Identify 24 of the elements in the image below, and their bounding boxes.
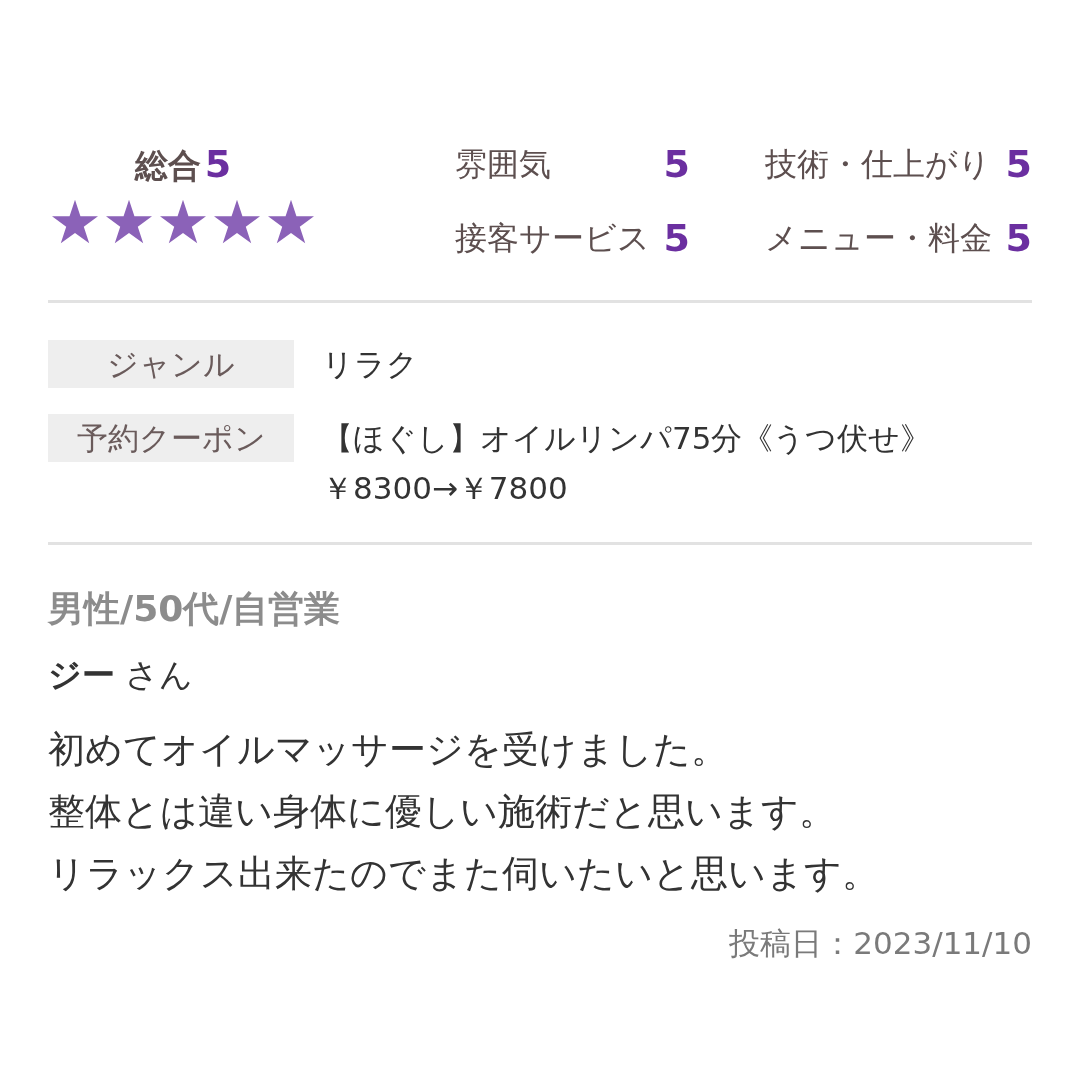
reviewer-profile: 男性/50代/自営業 bbox=[48, 587, 341, 631]
reviewer-name: ジー さん bbox=[48, 654, 194, 696]
detail-value: 【ほぐし】オイルリンパ75分《うつ伏せ》 bbox=[322, 419, 932, 458]
rating-label: 接客サービス bbox=[455, 218, 650, 259]
detail-value: リラク bbox=[322, 345, 418, 384]
rating-label: メニュー・料金 bbox=[765, 218, 992, 259]
star-icon bbox=[106, 199, 152, 244]
rating-score: 5 bbox=[1005, 142, 1032, 186]
star-icon bbox=[52, 199, 98, 244]
star-icon bbox=[214, 199, 260, 244]
star-icon bbox=[160, 199, 206, 244]
star-icon bbox=[268, 199, 314, 244]
rating-score: 5 bbox=[1005, 216, 1032, 260]
detail-label: 予約クーポン bbox=[48, 414, 294, 462]
overall-score: 5 bbox=[204, 142, 232, 186]
detail-value: ￥8300→￥7800 bbox=[322, 469, 569, 508]
overall-label: 総合 bbox=[134, 145, 201, 187]
rating-score: 5 bbox=[663, 142, 690, 186]
posted-date: 投稿日：2023/11/10 bbox=[729, 924, 1032, 963]
rating-label: 技術・仕上がり bbox=[765, 144, 991, 185]
detail-label: ジャンル bbox=[48, 340, 294, 388]
review-text: 初めてオイルマッサージを受けました。 整体とは違い身体に優しい施術だと思います。 リラックス出来たのでまた伺いたいと思います。 bbox=[48, 727, 879, 897]
rating-score: 5 bbox=[663, 216, 690, 260]
rating-label: 雰囲気 bbox=[455, 144, 551, 185]
